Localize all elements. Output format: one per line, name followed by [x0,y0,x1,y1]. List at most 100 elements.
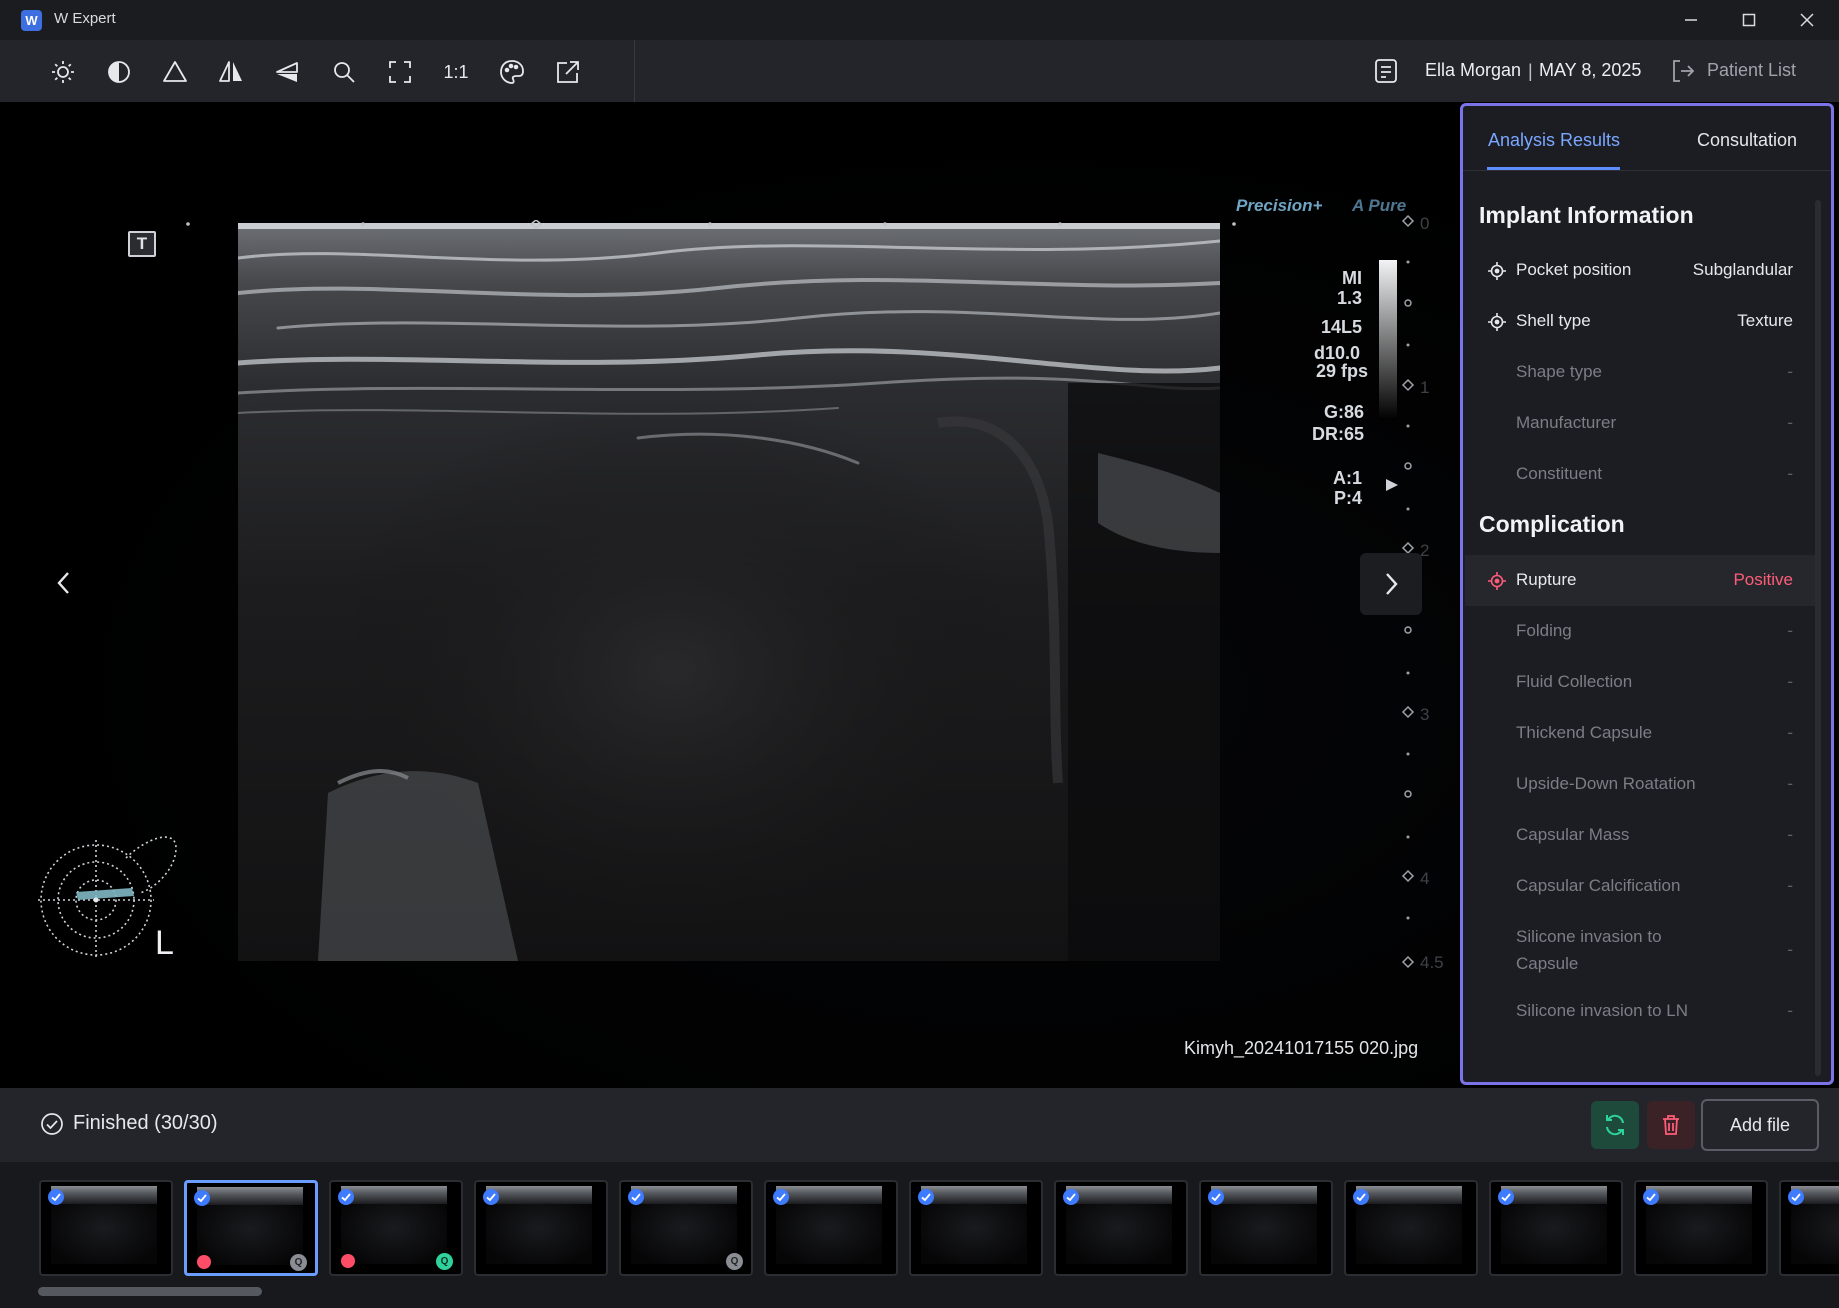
row-value: Subglandular [1692,260,1793,279]
maximize-button[interactable] [1721,4,1777,36]
thumbnail-image [1066,1186,1172,1204]
thumbnail-item[interactable] [909,1180,1043,1276]
ultrasound-image [238,223,1220,961]
thumbnail-image-body [631,1204,737,1264]
probe-label: 14L5 [1320,317,1362,337]
checkmark-icon [921,1193,931,1202]
thumbnail-item[interactable]: Q [329,1180,463,1276]
thumbnail-scrollbar[interactable] [38,1287,262,1296]
refresh-icon [1606,1114,1624,1136]
chevron-right-icon [1386,573,1398,595]
thumbnail-image [631,1186,737,1204]
implant-row-pocket-position[interactable]: Pocket position Subglandular [1465,245,1819,296]
row-label: Capsular Mass [1516,825,1630,844]
complication-row-upside-down-rotation[interactable]: Upside-Down Roatation - [1465,759,1819,810]
previous-image-button[interactable] [44,561,84,605]
thumbnail-item[interactable] [1199,1180,1333,1276]
checkmark-icon [1791,1193,1801,1202]
report-button[interactable] [1373,57,1399,90]
checkmark-icon [341,1193,351,1202]
thumbnail-item[interactable]: Q [184,1180,318,1276]
thumbnail-image-body [1791,1204,1839,1264]
panel-scrollbar[interactable] [1815,200,1821,1076]
thumbnail-item[interactable] [1489,1180,1623,1276]
complication-row-folding[interactable]: Folding - [1465,606,1819,657]
row-value: - [1787,413,1793,432]
tab-consultation[interactable]: Consultation [1697,130,1797,151]
thumbnail-image [341,1186,447,1204]
flip-vertical-button[interactable] [269,54,305,90]
thumbnail-image-body [341,1204,447,1264]
check-circle-icon [41,1113,63,1135]
thumbnail-image-body [776,1204,882,1264]
thumbnail-item[interactable] [1054,1180,1188,1276]
report-icon [1375,59,1397,83]
complication-row-capsular-mass[interactable]: Capsular Mass - [1465,810,1819,861]
checkmark-icon [1646,1193,1656,1202]
row-label-line2: Capsule [1516,954,1579,973]
close-button[interactable] [1779,4,1835,36]
contrast-button[interactable] [101,54,137,90]
positive-dot-icon [197,1255,211,1269]
implant-row-manufacturer[interactable]: Manufacturer - [1465,398,1819,449]
app-logo: W [21,10,42,31]
thumbnail-image-body [51,1204,157,1264]
thumbnail-item[interactable] [1344,1180,1478,1276]
checkmark-icon [776,1193,786,1202]
checked-icon [1063,1189,1079,1205]
complication-row-silicone-invasion-ln[interactable]: Silicone invasion to LN - [1465,986,1819,1037]
complication-row-fluid-collection[interactable]: Fluid Collection - [1465,657,1819,708]
thumbnail-image [197,1187,303,1205]
minimize-button[interactable] [1663,4,1719,36]
complication-row-silicone-invasion-capsule[interactable]: Silicone invasion to Capsule - [1465,912,1819,986]
flip-horizontal-button[interactable] [213,54,249,90]
implant-row-constituent[interactable]: Constituent - [1465,449,1819,500]
add-file-button[interactable]: Add file [1701,1099,1819,1151]
checkmark-icon [51,1193,61,1202]
next-image-button[interactable] [1360,553,1422,615]
complication-row-rupture[interactable]: Rupture Positive [1465,555,1819,606]
palette-button[interactable] [494,54,530,90]
mi-label: MI [1342,268,1362,288]
complication-row-thickend-capsule[interactable]: Thickend Capsule - [1465,708,1819,759]
thumbnail-item[interactable] [764,1180,898,1276]
row-label: Shape type [1516,362,1603,381]
checked-icon [194,1190,210,1206]
thumbnail-item[interactable]: Q [619,1180,753,1276]
implant-row-shell-type[interactable]: Shell type Texture [1465,296,1819,347]
side-indicator: L [155,924,174,962]
row-label: Upside-Down Roatation [1516,774,1696,793]
row-value: - [1787,672,1793,691]
zoom-button[interactable] [326,54,362,90]
patient-list-icon-button[interactable] [1670,58,1696,89]
thumbnail-image-body [1501,1204,1607,1264]
thumbnail-item[interactable] [1634,1180,1768,1276]
analysis-panel: Analysis Results Consultation Implant In… [1460,103,1834,1085]
export-button[interactable] [550,54,586,90]
brightness-button[interactable] [45,54,81,90]
zoom-icon [334,62,355,83]
checkmark-icon [197,1194,207,1203]
row-label: Silicone invasion to LN [1516,1001,1688,1020]
implant-row-shape-type[interactable]: Shape type - [1465,347,1819,398]
thumbnail-item[interactable] [39,1180,173,1276]
sharpen-button[interactable] [157,54,193,90]
checked-icon [1353,1189,1369,1205]
thumbnail-item[interactable] [1779,1180,1839,1276]
complication-row-capsular-calcification[interactable]: Capsular Calcification - [1465,861,1819,912]
thumbnail-item[interactable] [474,1180,608,1276]
status-bar [0,1088,1839,1163]
finished-status-icon-wrap [40,1112,64,1141]
fit-screen-button[interactable] [382,54,418,90]
palette-icon [500,60,524,84]
delete-button[interactable] [1647,1101,1695,1149]
patient-list-link[interactable]: Patient List [1707,60,1796,81]
thumbnail-image-body [1211,1204,1317,1264]
positive-dot-icon [341,1254,355,1268]
brand-precision: Precision+ [1236,196,1323,215]
thumbnail-image [51,1186,157,1204]
actual-size-button[interactable]: 1:1 [438,54,474,90]
image-filename: Kimyh_20241017155 020.jpg [1184,1038,1419,1058]
refresh-button[interactable] [1591,1101,1639,1149]
tab-analysis-results[interactable]: Analysis Results [1488,130,1620,151]
